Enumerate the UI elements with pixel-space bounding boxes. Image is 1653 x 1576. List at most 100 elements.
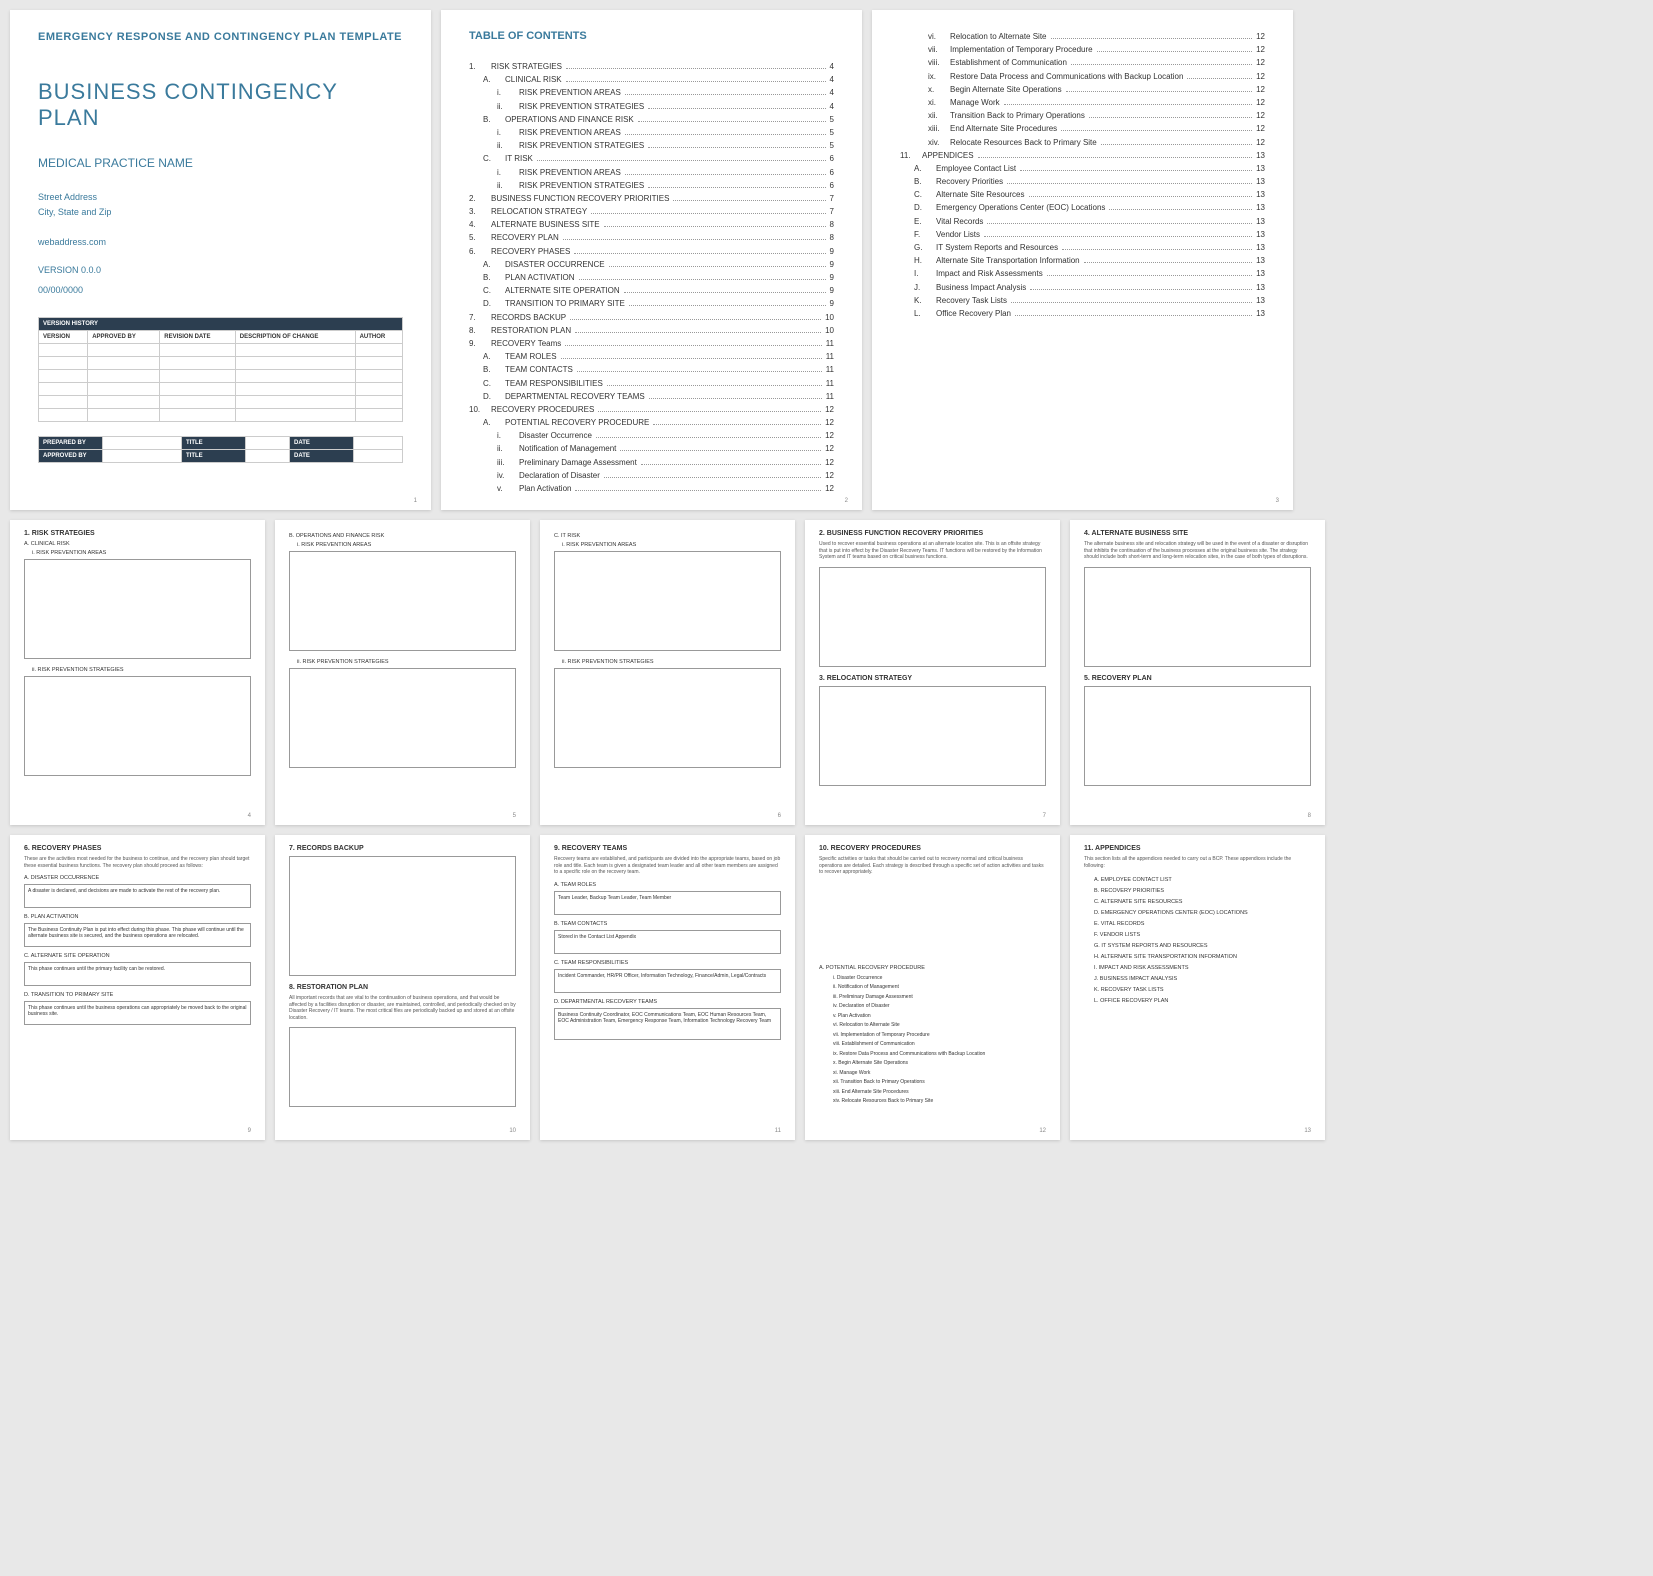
list-item: iii. Preliminary Damage Assessment	[833, 993, 1046, 1003]
page-3: vi.Relocation to Alternate Site12vii.Imp…	[872, 10, 1293, 510]
page-number: 12	[1039, 1128, 1046, 1134]
version-history-table: VERSION HISTORY VERSION APPROVED BY REVI…	[38, 317, 403, 422]
sec-recovery-procedures: 10. RECOVERY PROCEDURES	[819, 845, 1046, 852]
title-label2: TITLE	[182, 450, 246, 463]
page-number: 11	[775, 1128, 781, 1134]
practice-name: MEDICAL PRACTICE NAME	[38, 156, 403, 170]
date: 00/00/0000	[38, 285, 403, 295]
sec-records-backup: 7. RECORDS BACKUP	[289, 845, 516, 852]
sub-prev-areas: i. RISK PREVENTION AREAS	[289, 542, 516, 548]
date-label: DATE	[290, 437, 354, 450]
page-number: 5	[513, 813, 516, 819]
list-item: viii. Establishment of Communication	[833, 1040, 1046, 1050]
content-box: Incident Commander, HR/PR Officer, Infor…	[554, 969, 781, 993]
content-box: A disaster is declared, and decisions ar…	[24, 884, 251, 908]
content-box	[289, 668, 516, 768]
content-box	[289, 551, 516, 651]
toc-entry: B.OPERATIONS AND FINANCE RISK5	[469, 113, 834, 126]
content-box: Stored in the Contact List Appendix	[554, 930, 781, 954]
content-box: The Business Continuity Plan is put into…	[24, 923, 251, 947]
toc-entry: xiii.End Alternate Site Procedures12	[900, 122, 1265, 135]
toc-entry: D.DEPARTMENTAL RECOVERY TEAMS11	[469, 390, 834, 403]
toc-entry: L.Office Recovery Plan13	[900, 307, 1265, 320]
toc-entry: F.Vendor Lists13	[900, 228, 1265, 241]
sec-recovery-teams: 9. RECOVERY TEAMS	[554, 845, 781, 852]
page-2: TABLE OF CONTENTS 1.RISK STRATEGIES4A.CL…	[441, 10, 862, 510]
toc-entry: C.Alternate Site Resources13	[900, 188, 1265, 201]
sub-prev-areas: i. RISK PREVENTION AREAS	[554, 542, 781, 548]
page-4: 1. RISK STRATEGIES A. CLINICAL RISK i. R…	[10, 520, 265, 825]
body-text: Specific activities or tasks that should…	[819, 856, 1046, 876]
content-box	[1084, 686, 1311, 786]
table-row	[39, 344, 403, 357]
page-10: 7. RECORDS BACKUP 8. RESTORATION PLAN Al…	[275, 835, 530, 1140]
sec-recovery-plan: 5. RECOVERY PLAN	[1084, 675, 1311, 682]
toc-entry: C.IT RISK6	[469, 152, 834, 165]
list-item: ii. Notification of Management	[833, 983, 1046, 993]
col-version: VERSION	[39, 331, 88, 344]
sub-transition: D. TRANSITION TO PRIMARY SITE	[24, 992, 251, 998]
sub-team-resp: C. TEAM RESPONSIBILITIES	[554, 960, 781, 966]
page-number: 6	[778, 813, 781, 819]
toc-entry: i.RISK PREVENTION AREAS6	[469, 166, 834, 179]
toc-entry: xii.Transition Back to Primary Operation…	[900, 109, 1265, 122]
page-number: 8	[1308, 813, 1311, 819]
date-label2: DATE	[290, 450, 354, 463]
toc-entry: B.Recovery Priorities13	[900, 175, 1265, 188]
page-number: 7	[1043, 813, 1046, 819]
list-item: H. ALTERNATE SITE TRANSPORTATION INFORMA…	[1094, 952, 1311, 963]
content-box: This phase continues until the primary f…	[24, 962, 251, 986]
toc-list-cont: vi.Relocation to Alternate Site12vii.Imp…	[900, 30, 1265, 320]
page-number: 2	[845, 498, 848, 504]
page-7: 2. BUSINESS FUNCTION RECOVERY PRIORITIES…	[805, 520, 1060, 825]
toc-entry: 3.RELOCATION STRATEGY7	[469, 205, 834, 218]
page-9: 6. RECOVERY PHASES These are the activit…	[10, 835, 265, 1140]
address-line1: Street Address	[38, 190, 403, 204]
toc-entry: ix.Restore Data Process and Communicatio…	[900, 70, 1265, 83]
list-item: xiii. End Alternate Site Procedures	[833, 1088, 1046, 1098]
page-number: 9	[248, 1128, 251, 1134]
body-text: All important records that are vital to …	[289, 995, 516, 1021]
body-text: Recovery teams are established, and part…	[554, 856, 781, 876]
content-box	[289, 856, 516, 976]
sub-prev-strat: ii. RISK PREVENTION STRATEGIES	[24, 667, 251, 673]
toc-entry: C.ALTERNATE SITE OPERATION9	[469, 284, 834, 297]
content-box	[554, 668, 781, 768]
list-item: ix. Restore Data Process and Communicati…	[833, 1050, 1046, 1060]
page-1: EMERGENCY RESPONSE AND CONTINGENCY PLAN …	[10, 10, 431, 510]
list-item: iv. Declaration of Disaster	[833, 1002, 1046, 1012]
sub-potential-proc: A. POTENTIAL RECOVERY PROCEDURE	[819, 965, 1046, 971]
toc-entry: A.TEAM ROLES11	[469, 350, 834, 363]
list-item: J. BUSINESS IMPACT ANALYSIS	[1094, 974, 1311, 985]
toc-entry: J.Business Impact Analysis13	[900, 281, 1265, 294]
page-8: 4. ALTERNATE BUSINESS SITE The alternate…	[1070, 520, 1325, 825]
page-number: 4	[248, 813, 251, 819]
col-approved: APPROVED BY	[88, 331, 160, 344]
sub-alt-site-op: C. ALTERNATE SITE OPERATION	[24, 953, 251, 959]
content-box	[554, 551, 781, 651]
list-item: K. RECOVERY TASK LISTS	[1094, 985, 1311, 996]
sec-recovery-priorities: 2. BUSINESS FUNCTION RECOVERY PRIORITIES	[819, 530, 1046, 537]
col-desc: DESCRIPTION OF CHANGE	[235, 331, 355, 344]
list-item: i. Disaster Occurrence	[833, 974, 1046, 984]
page-number: 3	[1276, 498, 1279, 504]
body-text: This section lists all the appendices ne…	[1084, 856, 1311, 869]
sec-alt-site: 4. ALTERNATE BUSINESS SITE	[1084, 530, 1311, 537]
toc-entry: i.RISK PREVENTION AREAS4	[469, 86, 834, 99]
title-label: TITLE	[182, 437, 246, 450]
content-box	[289, 1027, 516, 1107]
toc-entry: ii.RISK PREVENTION STRATEGIES6	[469, 179, 834, 192]
page-number: 10	[509, 1128, 516, 1134]
sub-disaster-occ: A. DISASTER OCCURRENCE	[24, 875, 251, 881]
table-row	[39, 370, 403, 383]
procedure-list: i. Disaster Occurrenceii. Notification o…	[819, 974, 1046, 1107]
toc-entry: C.TEAM RESPONSIBILITIES11	[469, 377, 834, 390]
toc-entry: i.RISK PREVENTION AREAS5	[469, 126, 834, 139]
content-box	[24, 676, 251, 776]
content-box	[819, 686, 1046, 786]
content-box: Business Continuity Coordinator, EOC Com…	[554, 1008, 781, 1040]
toc-entry: iii.Preliminary Damage Assessment12	[469, 456, 834, 469]
list-item: v. Plan Activation	[833, 1012, 1046, 1022]
page-12: 10. RECOVERY PROCEDURES Specific activit…	[805, 835, 1060, 1140]
page-13: 11. APPENDICES This section lists all th…	[1070, 835, 1325, 1140]
